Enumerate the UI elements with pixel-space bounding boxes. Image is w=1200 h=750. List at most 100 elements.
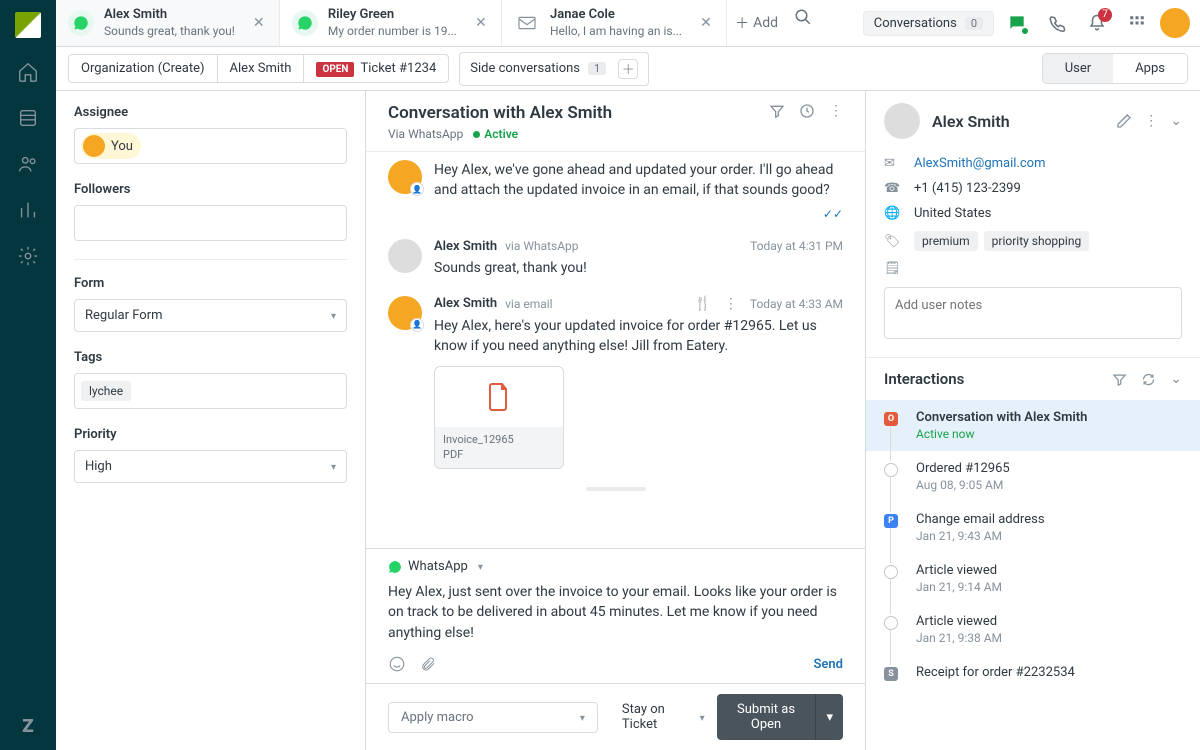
breadcrumb-user[interactable]: Alex Smith bbox=[218, 55, 305, 82]
resize-handle[interactable] bbox=[586, 487, 646, 491]
message-via: via WhatsApp bbox=[505, 239, 578, 253]
tags-field[interactable]: lychee bbox=[74, 373, 347, 409]
message-text: Sounds great, thank you! bbox=[434, 258, 843, 278]
form-select[interactable]: Regular Form bbox=[74, 299, 347, 332]
channel-mini-icon: 👤 bbox=[410, 318, 424, 332]
zendesk-z-icon[interactable]: z bbox=[22, 710, 34, 738]
overflow-icon[interactable]: ⋮ bbox=[1144, 113, 1158, 129]
tab-subtitle: My order number is 19... bbox=[328, 24, 457, 39]
search-icon[interactable] bbox=[786, 0, 820, 34]
user-tag[interactable]: premium bbox=[914, 231, 978, 251]
close-icon[interactable]: ✕ bbox=[475, 15, 489, 31]
form-value: Regular Form bbox=[85, 308, 163, 323]
chevron-down-icon bbox=[696, 710, 705, 725]
priority-label: Priority bbox=[74, 427, 347, 442]
message-time: Today at 4:33 AM bbox=[750, 297, 843, 311]
composer-channel-select[interactable]: WhatsApp bbox=[366, 549, 865, 578]
chevron-down-icon[interactable]: ⌄ bbox=[1170, 113, 1182, 129]
message-text: Hey Alex, we've gone ahead and updated y… bbox=[434, 160, 843, 201]
close-icon[interactable]: ✕ bbox=[253, 15, 267, 31]
message-via: via email bbox=[505, 297, 552, 311]
profile-avatar[interactable] bbox=[1160, 8, 1190, 38]
interaction-marker bbox=[884, 616, 898, 630]
assignee-field[interactable]: You bbox=[74, 128, 347, 164]
user-avatar bbox=[884, 103, 920, 139]
priority-select[interactable]: High bbox=[74, 450, 347, 483]
assignee-pill[interactable]: You bbox=[81, 133, 141, 159]
side-conversations-button[interactable]: Side conversations 1 ＋ bbox=[459, 52, 649, 86]
attachment-icon[interactable] bbox=[420, 655, 436, 673]
interaction-item[interactable]: Article viewedJan 21, 9:14 AM bbox=[866, 553, 1200, 604]
overflow-icon[interactable]: ⋮ bbox=[724, 296, 738, 312]
interaction-marker: O bbox=[884, 412, 898, 426]
tag-chip[interactable]: lychee bbox=[81, 381, 131, 401]
interaction-time: Jan 21, 9:14 AM bbox=[916, 580, 1002, 594]
breadcrumb-ticket[interactable]: OPENTicket #1234 bbox=[304, 55, 448, 82]
followers-field[interactable] bbox=[74, 205, 347, 241]
form-label: Form bbox=[74, 276, 347, 291]
interaction-title: Article viewed bbox=[916, 614, 1002, 629]
add-tab-button[interactable]: ＋ Add bbox=[727, 0, 786, 46]
user-tab[interactable]: User bbox=[1043, 54, 1113, 83]
macro-label: Apply macro bbox=[401, 710, 474, 725]
emoji-icon[interactable] bbox=[388, 655, 406, 673]
notifications-icon[interactable]: 7 bbox=[1080, 6, 1114, 40]
refresh-icon[interactable] bbox=[1141, 372, 1156, 387]
filter-icon[interactable] bbox=[769, 103, 785, 119]
tab-title: Janae Cole bbox=[550, 7, 682, 23]
avatar bbox=[83, 135, 105, 157]
conversations-button[interactable]: Conversations 0 bbox=[863, 11, 994, 36]
breadcrumb-org[interactable]: Organization (Create) bbox=[69, 55, 218, 82]
interaction-marker bbox=[884, 463, 898, 477]
stay-on-ticket-select[interactable]: Stay on Ticket bbox=[622, 702, 705, 732]
attachment[interactable]: Invoice_12965PDF bbox=[434, 366, 564, 469]
tab-title: Alex Smith bbox=[104, 7, 235, 23]
email-icon bbox=[514, 10, 540, 36]
user-notes-field[interactable] bbox=[884, 287, 1182, 339]
interaction-item[interactable]: Article viewedJan 21, 9:38 AM bbox=[866, 604, 1200, 655]
tag-icon: 🏷 bbox=[884, 234, 900, 249]
overflow-icon[interactable]: ⋮ bbox=[829, 103, 843, 119]
chevron-down-icon[interactable]: ⌄ bbox=[1170, 371, 1182, 387]
customers-icon[interactable] bbox=[16, 152, 40, 176]
apply-macro-select[interactable]: Apply macro bbox=[388, 702, 598, 733]
admin-icon[interactable] bbox=[16, 244, 40, 268]
send-button[interactable]: Send bbox=[813, 657, 843, 672]
interaction-item[interactable]: P Change email addressJan 21, 9:43 AM bbox=[866, 502, 1200, 553]
interaction-marker: P bbox=[884, 514, 898, 528]
followers-label: Followers bbox=[74, 182, 347, 197]
conversation-title: Conversation with Alex Smith bbox=[388, 103, 769, 123]
attachment-name: Invoice_12965 bbox=[443, 433, 555, 447]
tab-subtitle: Hello, I am having an is... bbox=[550, 24, 682, 39]
interaction-item[interactable]: O Conversation with Alex SmithActive now bbox=[866, 400, 1200, 451]
channel-mini-icon: 👤 bbox=[410, 182, 424, 196]
chat-icon[interactable] bbox=[1000, 6, 1034, 40]
composer-textarea[interactable]: Hey Alex, just sent over the invoice to … bbox=[388, 582, 843, 643]
close-icon[interactable]: ✕ bbox=[700, 15, 714, 31]
ticket-tab[interactable]: Riley Green My order number is 19... ✕ bbox=[280, 0, 502, 46]
avatar bbox=[388, 239, 422, 273]
ticket-tab[interactable]: Alex Smith Sounds great, thank you! ✕ bbox=[56, 0, 280, 46]
interaction-item[interactable]: Ordered #12965Aug 08, 9:05 AM bbox=[866, 451, 1200, 502]
phone-icon: ☎ bbox=[884, 181, 900, 196]
apps-tab[interactable]: Apps bbox=[1113, 54, 1187, 83]
interaction-item[interactable]: S Receipt for order #2232534 bbox=[866, 655, 1200, 692]
interaction-title: Conversation with Alex Smith bbox=[916, 410, 1087, 425]
history-icon[interactable] bbox=[799, 103, 815, 119]
user-tag[interactable]: priority shopping bbox=[984, 231, 1090, 251]
submit-dropdown-button[interactable]: ▾ bbox=[815, 694, 843, 740]
add-side-conversation-icon[interactable]: ＋ bbox=[618, 59, 638, 79]
views-icon[interactable] bbox=[16, 106, 40, 130]
reporting-icon[interactable] bbox=[16, 198, 40, 222]
phone-icon[interactable] bbox=[1040, 6, 1074, 40]
apps-grid-icon[interactable] bbox=[1120, 6, 1154, 40]
tab-subtitle: Sounds great, thank you! bbox=[104, 24, 235, 39]
message-author: Alex Smith bbox=[434, 239, 497, 254]
home-icon[interactable] bbox=[16, 60, 40, 84]
edit-icon[interactable] bbox=[1116, 113, 1132, 129]
filter-icon[interactable] bbox=[1112, 372, 1127, 387]
ticket-tab[interactable]: Janae Cole Hello, I am having an is... ✕ bbox=[502, 0, 727, 46]
user-email[interactable]: AlexSmith@gmail.com bbox=[914, 156, 1046, 171]
submit-button[interactable]: Submit as Open bbox=[717, 694, 816, 740]
zendesk-logo[interactable] bbox=[15, 12, 41, 38]
